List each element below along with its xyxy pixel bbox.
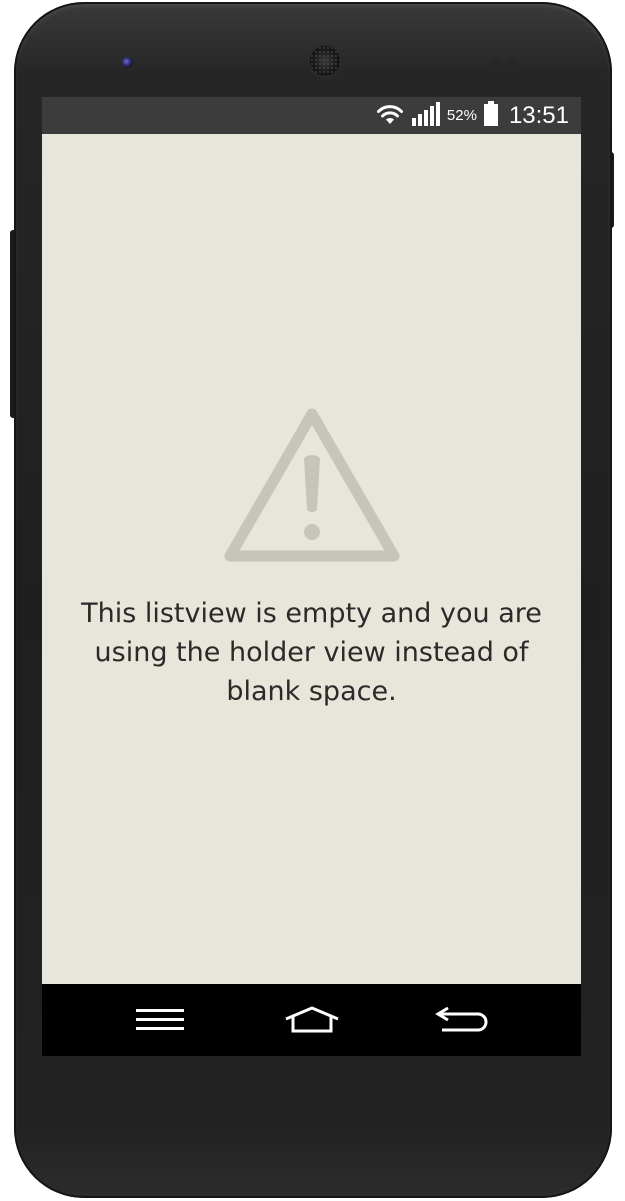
- light-sensor: [507, 58, 515, 66]
- menu-icon: [136, 1009, 184, 1030]
- home-icon: [285, 1006, 339, 1033]
- empty-list-holder: This listview is empty and you are using…: [42, 134, 581, 984]
- warning-icon: [224, 408, 400, 562]
- front-camera: [122, 57, 133, 68]
- status-bar: 52% 13:51: [42, 97, 581, 134]
- back-icon: [435, 1006, 488, 1032]
- clock: 13:51: [508, 101, 569, 129]
- back-button[interactable]: [412, 984, 512, 1056]
- home-button[interactable]: [262, 984, 362, 1056]
- signal-icon: [411, 101, 441, 131]
- empty-message: This listview is empty and you are using…: [81, 598, 542, 707]
- wifi-icon: [375, 103, 405, 129]
- battery-percent: 52%: [446, 107, 477, 124]
- navigation-bar: [42, 984, 581, 1056]
- screen: 52% 13:51 This listview is empty and you…: [42, 97, 581, 1056]
- earpiece-speaker: [310, 46, 340, 76]
- battery-icon: [483, 100, 499, 131]
- menu-button[interactable]: [110, 984, 210, 1056]
- proximity-sensor: [492, 58, 500, 66]
